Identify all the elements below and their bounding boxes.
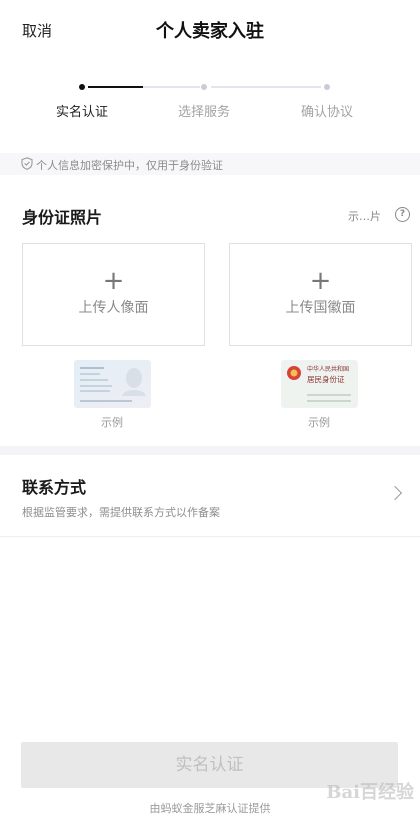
step-dot-2 xyxy=(201,84,207,90)
sample-photo-link[interactable]: 示…片 xyxy=(348,208,381,224)
back-example-caption: 示例 xyxy=(308,416,330,429)
upload-emblem-side-button[interactable]: + 上传国徽面 xyxy=(229,243,412,346)
section-divider xyxy=(0,446,420,455)
contact-section-title: 联系方式 xyxy=(22,478,87,497)
id-card-back-example-image: 中华人民共和国 居民身份证 xyxy=(281,360,358,408)
step-progress-line xyxy=(88,86,143,88)
id-card-back-title-text: 中华人民共和国 xyxy=(307,365,349,373)
contact-section-subtitle: 根据监管要求，需提供联系方式以作备案 xyxy=(22,506,220,519)
contact-info-row[interactable]: 联系方式 根据监管要求，需提供联系方式以作备案 xyxy=(0,455,420,536)
question-circle-icon[interactable]: ? xyxy=(395,207,410,222)
step-label-1: 实名认证 xyxy=(55,105,108,120)
step-dot-1 xyxy=(79,84,85,90)
plus-icon: + xyxy=(102,266,125,296)
page-title: 个人卖家入驻 xyxy=(156,21,264,42)
upload-portrait-side-button[interactable]: + 上传人像面 xyxy=(22,243,205,346)
row-separator xyxy=(0,536,420,537)
id-photo-section-title: 身份证照片 xyxy=(22,208,103,227)
plus-icon: + xyxy=(309,266,332,296)
step-line-2 xyxy=(211,86,321,88)
step-dot-3 xyxy=(324,84,330,90)
id-card-front-example-image xyxy=(74,360,151,408)
front-example-caption: 示例 xyxy=(101,416,123,429)
step-label-2: 选择服务 xyxy=(177,105,230,120)
watermark-logo: Bai百经验 xyxy=(326,782,414,803)
privacy-notice-text: 个人信息加密保护中，仅用于身份验证 xyxy=(36,159,223,172)
upload-emblem-side-label: 上传国徽面 xyxy=(285,300,356,316)
id-card-back-subtitle-text: 居民身份证 xyxy=(307,374,345,384)
shield-icon xyxy=(21,157,33,170)
step-label-3: 确认协议 xyxy=(300,105,353,120)
step-line-1 xyxy=(143,86,200,88)
upload-portrait-side-label: 上传人像面 xyxy=(78,300,149,316)
